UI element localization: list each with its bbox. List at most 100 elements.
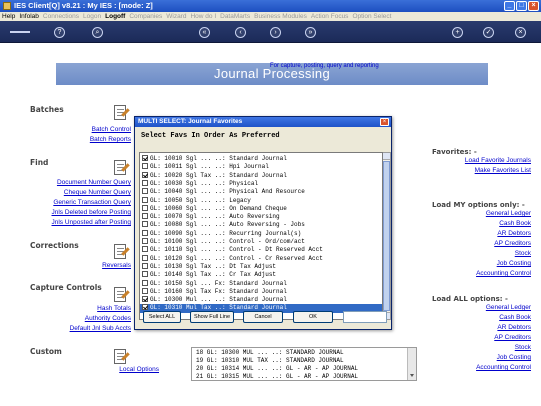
list-scrollbar[interactable] [383,152,391,320]
back-arrow-icon[interactable] [10,31,30,33]
tray-row[interactable]: 21 GL: 10315 MUL ... ..: GL - AR - AP JO… [196,373,358,380]
item-checkbox[interactable] [142,213,148,220]
generic-transaction-query-link[interactable]: Generic Transaction Query [53,199,131,206]
menu-item[interactable]: How do I [190,12,216,21]
right-option-link[interactable]: AR Debtors [497,230,531,237]
scroll-up-icon[interactable] [383,153,390,160]
right-option-link[interactable]: AP Creditors [494,240,531,247]
right-option-link[interactable]: Stock [515,344,531,351]
item-checkbox[interactable] [142,246,148,253]
item-checkbox[interactable] [142,287,148,294]
rewind-icon[interactable]: « [199,27,210,38]
journal-list-item[interactable]: GL: 10140 Sgl Tax ..: Cr Tax Adjust [140,271,382,279]
menu-item[interactable]: Option Select [352,12,391,21]
item-checkbox[interactable] [142,188,148,195]
cancel-button[interactable]: Cancel [243,311,283,323]
journal-list-item[interactable]: GL: 10050 Sgl ... ..: Legacy [140,196,382,205]
maximize-icon[interactable]: □ [516,1,527,11]
journal-list-item[interactable]: GL: 10060 Sgl ... ..: On Demand Cheque [140,204,382,213]
journal-list-item[interactable]: GL: 10030 Sgl ... ..: Physical [140,179,382,188]
previous-icon[interactable]: ‹ [235,27,246,38]
journal-list-item[interactable]: GL: 10011 Sgl ... ..: Hpi Journal [140,163,382,171]
item-checkbox[interactable] [142,155,148,161]
batch-reports-link[interactable]: Batch Reports [90,136,131,143]
close-icon[interactable]: × [528,1,539,11]
journal-list-item[interactable]: GL: 10080 Sgl ... ..: Auto Reversing - J… [140,221,382,229]
journal-list-item[interactable]: GL: 10020 Sgl Tax ..: Standard Journal [140,171,382,180]
right-option-link[interactable]: General Ledger [486,210,531,217]
journal-favorites-listbox[interactable]: GL: 10010 Sgl ... ..: Standard Journal GL… [139,152,391,320]
journal-list-tray[interactable]: 18 GL: 10300 MUL ... ..: STANDARD JOURNA… [191,347,417,381]
jnls-deleted-link[interactable]: Jnls Deleted before Posting [52,209,132,216]
default-jnl-sub-accts-link[interactable]: Default Jnl Sub Accts [70,325,131,332]
item-checkbox[interactable] [142,179,148,186]
custom-document-icon[interactable] [112,349,130,366]
minimize-icon[interactable]: _ [504,1,515,11]
menu-item[interactable]: Logon [83,12,101,21]
journal-list-item[interactable]: GL: 10010 Sgl ... ..: Standard Journal [140,155,382,163]
right-option-link[interactable]: Job Costing [497,354,531,361]
item-checkbox[interactable] [142,304,148,311]
dialog-close-icon[interactable]: × [380,118,389,126]
menu-item[interactable]: Business Modules [254,12,307,21]
cancel-icon[interactable]: × [515,27,526,38]
item-checkbox[interactable] [142,279,148,286]
right-option-link[interactable]: AR Debtors [497,324,531,331]
menu-item[interactable]: Help [2,12,15,21]
capture-controls-document-icon[interactable] [112,287,130,304]
right-option-link[interactable]: Load Favorite Journals [465,157,531,164]
menu-item[interactable]: Connections [43,12,79,21]
item-checkbox[interactable] [142,262,148,269]
journal-list-item[interactable]: GL: 10070 Sgl ... ..: Auto Reversing [140,213,382,221]
item-checkbox[interactable] [142,163,148,170]
show-full-line-button[interactable]: Show Full Line [190,311,234,323]
right-option-link[interactable]: General Ledger [486,304,531,311]
authority-codes-link[interactable]: Authority Codes [85,315,131,322]
menu-item[interactable]: Action Focus [311,12,349,21]
journal-list-item[interactable]: GL: 10130 Sgl Tax ..: Dt Tax Adjust [140,262,382,271]
find-document-icon[interactable] [112,160,130,177]
journal-list-item[interactable]: GL: 10100 Sgl ... ..: Control - Ord/com/… [140,238,382,246]
item-checkbox[interactable] [142,196,148,203]
tray-row[interactable]: 19 GL: 10310 MUL TAX ..: STANDARD JOURNA… [196,357,344,364]
right-option-link[interactable]: Cash Book [499,220,531,227]
menu-item[interactable]: Logoff [105,12,125,21]
tray-row[interactable]: 20 GL: 10314 MUL ... ..: GL - AR - AP JO… [196,365,358,372]
item-checkbox[interactable] [142,271,148,278]
menu-item[interactable]: Companies [129,12,162,21]
batches-document-icon[interactable] [112,105,130,122]
help-icon[interactable]: ? [54,27,65,38]
menu-item[interactable]: Wizard [166,12,186,21]
journal-list-item[interactable]: GL: 10040 Sgl ... ..: Physical And Resou… [140,188,382,196]
right-option-link[interactable]: Stock [515,250,531,257]
item-checkbox[interactable] [142,238,148,244]
right-option-link[interactable]: Job Costing [497,260,531,267]
right-option-link[interactable]: Accounting Control [476,364,531,371]
check-icon[interactable]: ✓ [483,27,494,38]
jnls-unposted-link[interactable]: Jnls Unposted after Posting [52,219,132,226]
right-option-link[interactable]: AP Creditors [494,334,531,341]
journal-list-item[interactable]: GL: 10160 Sgl Tax Fx: Standard Journal [140,287,382,296]
item-checkbox[interactable] [142,171,148,178]
journal-list-item[interactable]: GL: 10110 Sgl ... ..: Control - Dt Reser… [140,246,382,254]
search-icon[interactable]: ⌕ [92,27,103,38]
dialog-input-field[interactable] [343,311,387,323]
item-checkbox[interactable] [142,204,148,211]
select-all-button[interactable]: Select ALL [143,311,181,323]
right-option-link[interactable]: Make Favorites List [475,167,531,174]
journal-list[interactable]: GL: 10010 Sgl ... ..: Standard Journal GL… [139,152,383,320]
item-checkbox[interactable] [142,254,148,261]
cheque-number-query-link[interactable]: Cheque Number Query [64,189,131,196]
corrections-document-icon[interactable] [112,244,130,261]
next-icon[interactable]: › [270,27,281,38]
journal-list-item[interactable]: GL: 10300 Mul ... ..: Standard Journal [140,296,382,304]
batch-control-link[interactable]: Batch Control [92,126,131,133]
tray-scrollbar[interactable] [407,348,416,380]
ok-button[interactable]: OK [293,311,333,323]
scroll-thumb[interactable] [383,161,390,311]
document-number-query-link[interactable]: Document Number Query [57,179,131,186]
journal-list-item[interactable]: GL: 10120 Sgl ... ..: Control - Cr Reser… [140,254,382,263]
tray-row[interactable]: 18 GL: 10300 MUL ... ..: STANDARD JOURNA… [196,349,344,356]
add-icon[interactable]: + [452,27,463,38]
item-checkbox[interactable] [142,296,148,303]
